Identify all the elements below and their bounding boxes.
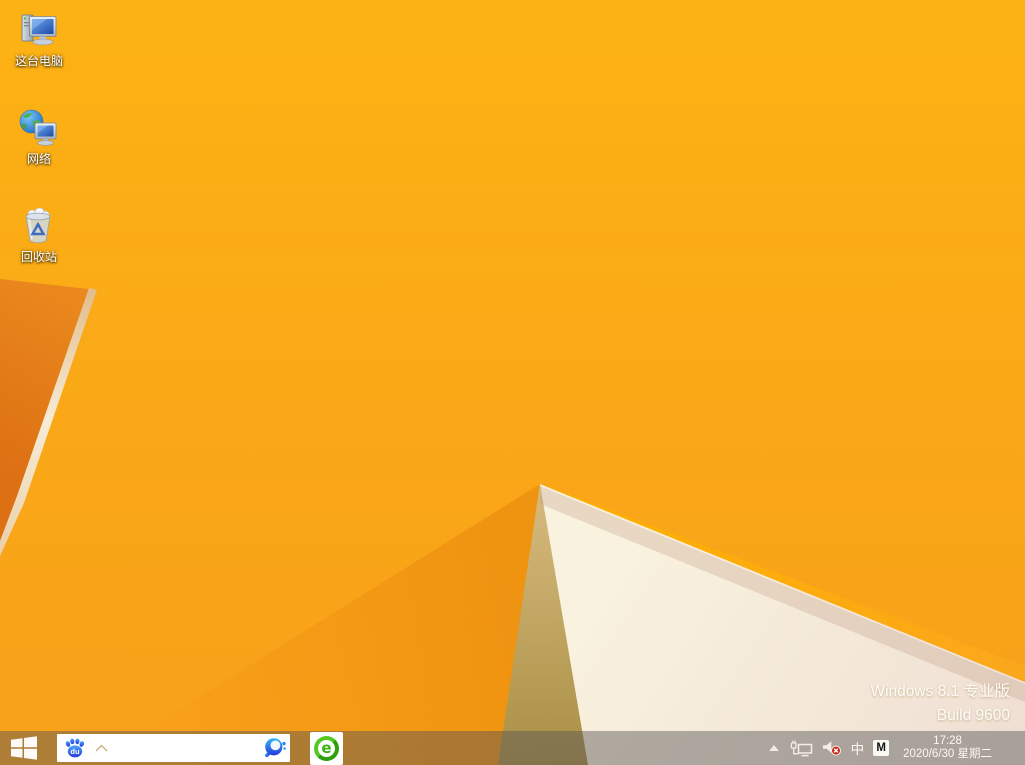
volume-muted-icon[interactable] [822,740,842,756]
desktop-icon-network[interactable]: 网络 [6,108,72,166]
windows-build-watermark: Windows 8.1 专业版 Build 9600 [870,680,1010,728]
browser-360-taskbar-button[interactable]: e [310,732,343,765]
ime-language-indicator[interactable]: 中 [851,738,865,758]
tray-clock[interactable]: 17:28 2020/6/30 星期二 [903,735,992,762]
system-tray: 中 M 17:28 2020/6/30 星期二 [769,731,992,765]
baidu-paw-icon[interactable]: du [64,737,86,759]
clock-time: 17:28 [903,735,992,749]
this-pc-label: 这台电脑 [15,54,63,68]
watermark-edition: Windows 8.1 专业版 [870,680,1010,704]
recycle-bin-label: 回收站 [21,250,57,264]
chevron-up-icon[interactable] [95,744,108,752]
desktop-icon-recycle-bin[interactable]: 回收站 [6,206,72,264]
browser-360-icon: e [314,736,339,761]
desktop-icon-this-pc[interactable]: 这台电脑 [6,10,72,68]
watermark-build: Build 9600 [870,704,1010,728]
wallpaper-windows81-orange [0,0,1025,765]
taskbar-search-box[interactable]: du [57,734,290,762]
network-label: 网络 [27,152,51,166]
desktop-icon-column: 这台电脑 网络 [6,10,72,304]
windows-logo-icon [11,736,37,760]
this-pc-icon [18,10,60,50]
recycle-bin-icon [18,206,60,246]
start-button[interactable] [0,731,48,765]
svg-text:du: du [70,747,80,756]
network-icon [18,108,60,148]
clock-date: 2020/6/30 星期二 [903,748,992,762]
network-tray-icon[interactable] [790,740,813,757]
desktop-screen: 这台电脑 网络 [0,0,1025,765]
baidu-search-icon[interactable] [263,736,287,760]
ime-mode-indicator[interactable]: M [873,740,889,756]
taskbar: du e [0,731,1025,765]
taskbar-search-input[interactable] [108,736,263,760]
show-hidden-icons-arrow[interactable] [769,745,779,751]
